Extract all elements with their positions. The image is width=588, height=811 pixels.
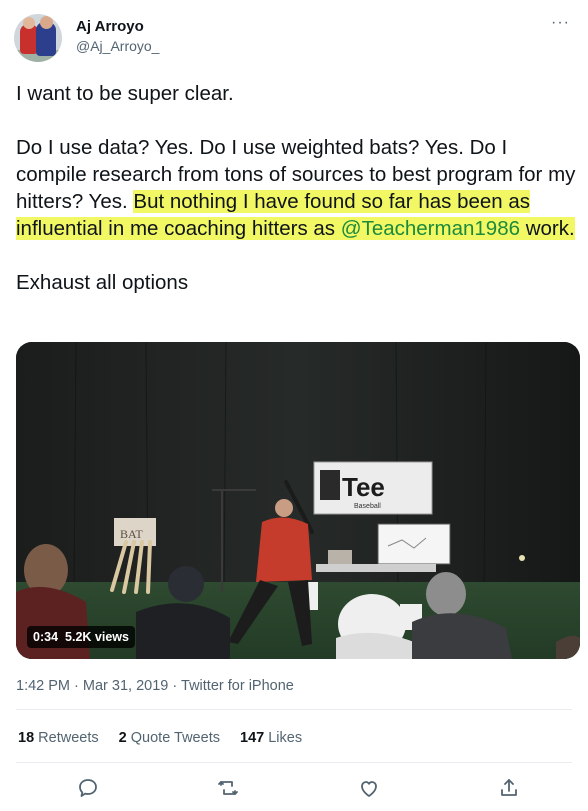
video-player[interactable]: Tee Baseball BAT <box>16 342 580 659</box>
bat-sign-text: BAT <box>120 527 143 541</box>
divider <box>16 762 572 763</box>
avatar[interactable] <box>14 14 62 62</box>
tweet-source[interactable]: Twitter for iPhone <box>181 678 294 694</box>
action-bar <box>0 776 588 804</box>
retweet-icon[interactable] <box>216 776 240 800</box>
mention-link[interactable]: @Teacherman1986 <box>341 217 520 240</box>
tweet-body: I want to be super clear. Do I use data?… <box>16 80 580 323</box>
likes-stat[interactable]: 147 Likes <box>240 730 302 746</box>
tweet-line-3: Exhaust all options <box>16 271 189 294</box>
sign-text: Tee <box>342 472 385 502</box>
tweet-stats: 18 Retweets 2 Quote Tweets 147 Likes <box>18 730 318 746</box>
quote-tweets-stat[interactable]: 2 Quote Tweets <box>119 730 220 746</box>
divider <box>16 709 572 710</box>
video-frame: Tee Baseball BAT <box>16 342 580 659</box>
video-duration: 0:34 <box>33 630 59 644</box>
tweet-paragraph-2: Do I use data? Yes. Do I use weighted ba… <box>16 134 580 242</box>
retweets-stat[interactable]: 18 Retweets <box>18 730 99 746</box>
more-options-icon[interactable]: ··· <box>551 14 570 32</box>
author-handle[interactable]: @Aj_Arroyo_ <box>76 38 159 54</box>
share-icon[interactable] <box>497 776 521 800</box>
tweet-date[interactable]: Mar 31, 2019 <box>83 678 168 694</box>
reply-icon[interactable] <box>76 776 100 800</box>
tweet-time[interactable]: 1:42 PM <box>16 678 70 694</box>
video-duration-views-badge: 0:34 5.2K views <box>27 626 135 648</box>
like-icon[interactable] <box>357 776 381 800</box>
video-views: 5.2K views <box>65 630 129 644</box>
author-name[interactable]: Aj Arroyo <box>76 18 144 35</box>
tweet-header: Aj Arroyo @Aj_Arroyo_ ··· <box>14 14 574 64</box>
tweet-line-1: I want to be super clear. <box>16 82 234 105</box>
tweet-meta: 1:42 PM · Mar 31, 2019 · Twitter for iPh… <box>16 678 294 694</box>
sign-subtext: Baseball <box>354 503 381 510</box>
